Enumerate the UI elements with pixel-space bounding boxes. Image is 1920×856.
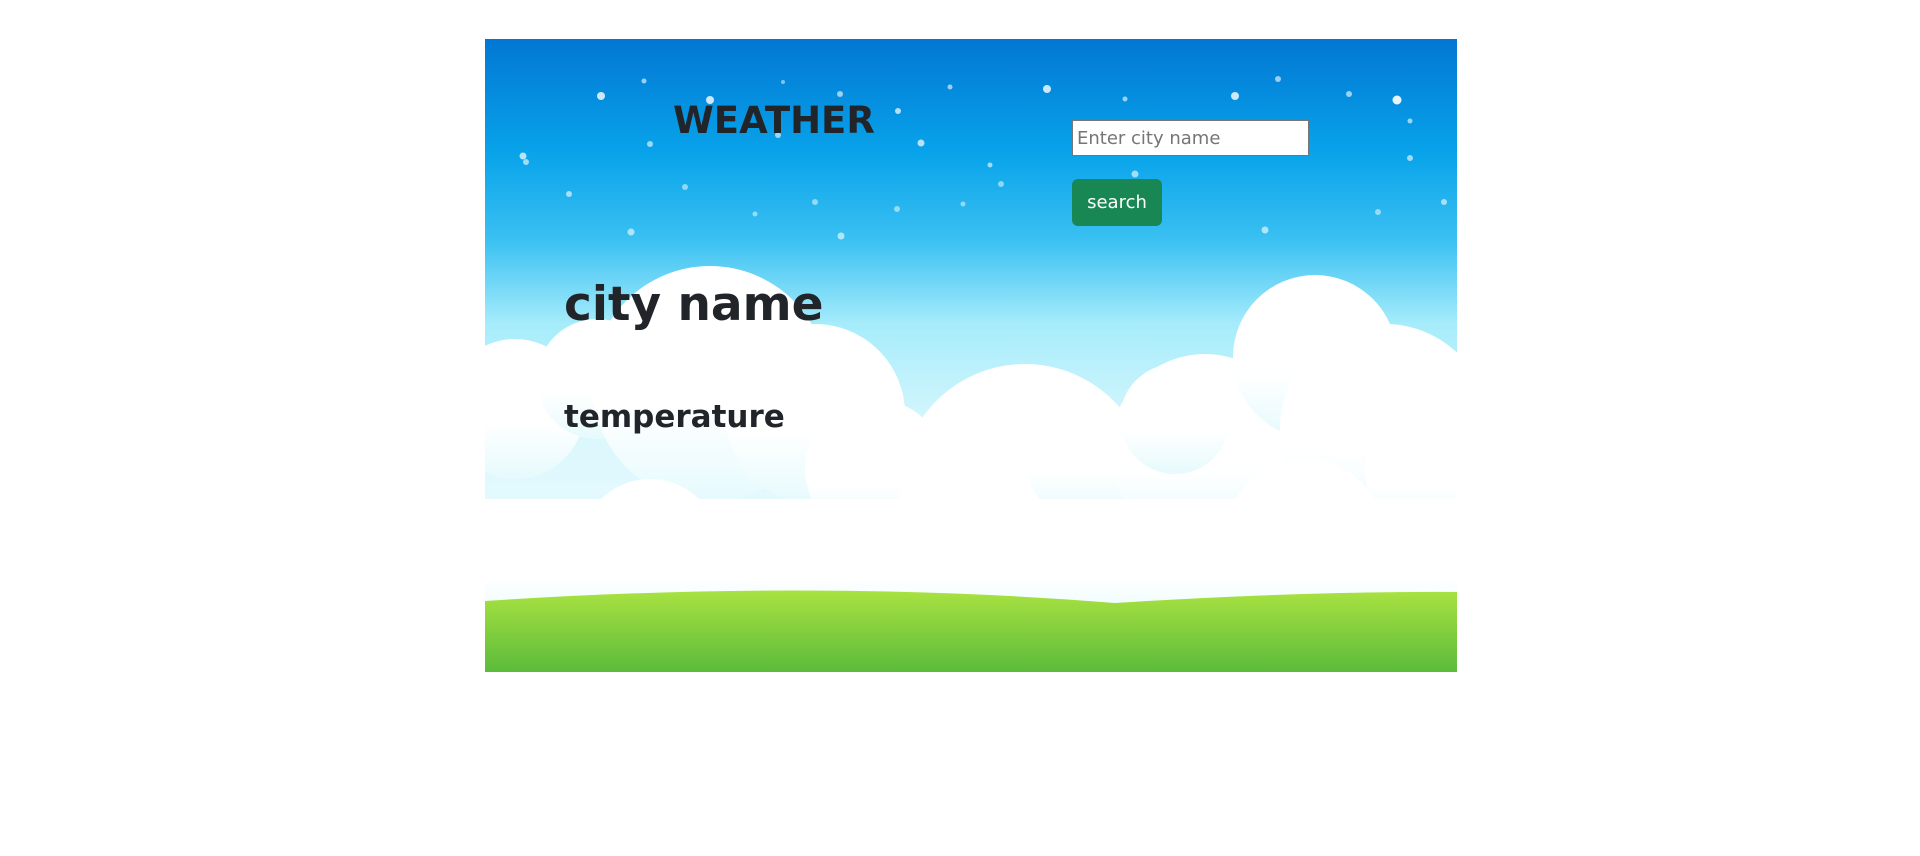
sky-background-illustration <box>485 39 1457 672</box>
city-search-input[interactable] <box>1072 120 1309 156</box>
search-button[interactable]: search <box>1072 179 1162 226</box>
app-title: WEATHER <box>673 99 875 142</box>
city-name-heading: city name <box>564 277 824 332</box>
grass <box>485 590 1457 672</box>
weather-card: WEATHER search city name temperature <box>485 39 1457 672</box>
temperature-heading: temperature <box>564 399 785 435</box>
